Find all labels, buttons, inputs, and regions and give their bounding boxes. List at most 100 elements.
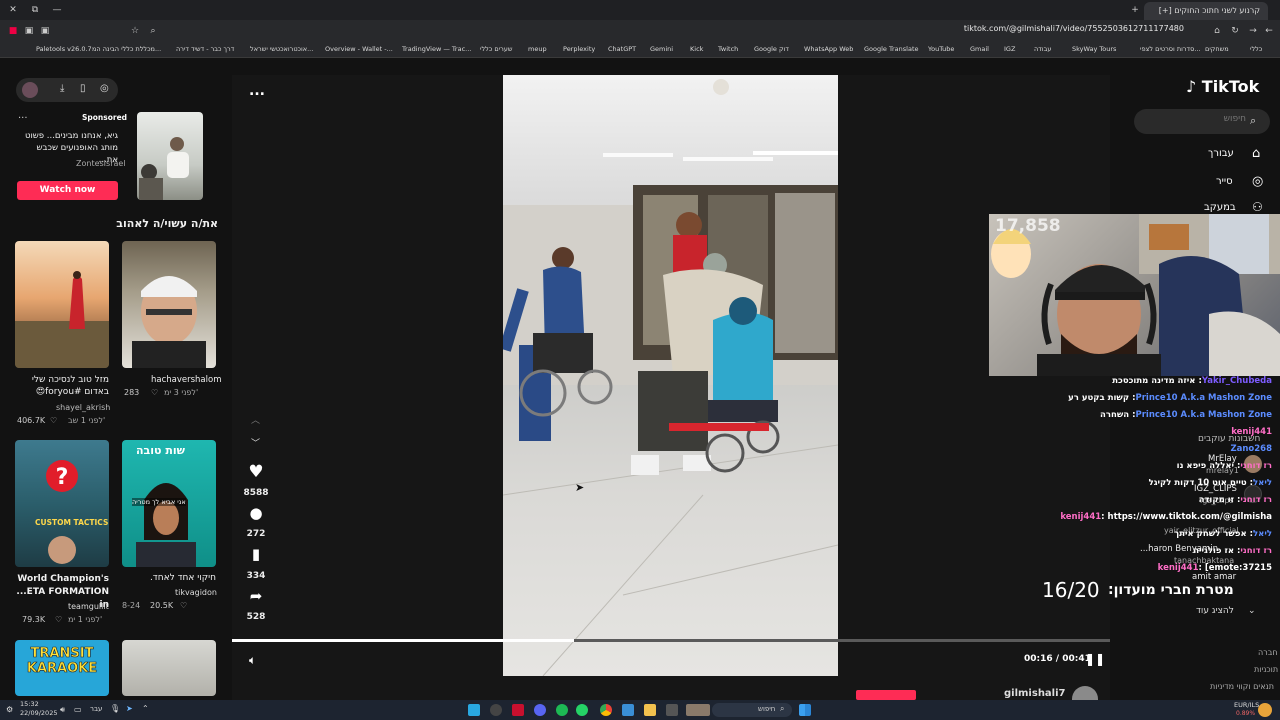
tiktok-logo[interactable]: ♪ TikTok: [1186, 77, 1259, 96]
video-author[interactable]: tikvagidon: [175, 588, 217, 597]
chevron-up-icon[interactable]: ⌃: [142, 704, 149, 713]
ticker-symbol[interactable]: EUR/ILS: [1234, 701, 1259, 709]
close-window-icon[interactable]: ✕: [8, 5, 18, 15]
more-icon[interactable]: ...: [18, 110, 28, 121]
network-icon[interactable]: ▭: [74, 705, 82, 714]
see-more-button[interactable]: להציג עוד ⌄: [1196, 606, 1260, 620]
clock[interactable]: 15:32 22/09/2025: [20, 700, 57, 718]
nav-for-you[interactable]: עבורך ⌂: [1190, 146, 1270, 164]
bookmark[interactable]: YouTube: [928, 45, 954, 53]
reload-icon[interactable]: ↻: [1230, 26, 1240, 36]
bookmark[interactable]: ChatGPT: [608, 45, 636, 53]
nav-following[interactable]: במעקב ⚇: [1190, 200, 1270, 214]
windows-start-icon[interactable]: [799, 704, 811, 716]
bookmark[interactable]: Paletools v26.0.7: [36, 45, 92, 53]
bookmark[interactable]: אוכטרואכטשי ישראל...: [250, 45, 313, 53]
chevron-down-icon[interactable]: ﹀: [251, 436, 260, 449]
bookmark[interactable]: שערים כללי: [480, 45, 512, 53]
video-thumbnail[interactable]: שות טובה אני אביא לך מטריה: [122, 440, 216, 567]
volume-icon[interactable]: 🔊︎: [60, 705, 65, 715]
video-thumbnail[interactable]: [122, 241, 216, 368]
bookmark[interactable]: עבודה: [1034, 45, 1051, 53]
follow-button[interactable]: [856, 690, 916, 700]
progress-track[interactable]: [232, 639, 1110, 642]
bookmark[interactable]: WhatsApp Web: [804, 45, 853, 53]
taskbar-search[interactable]: חיפוש ⌕: [712, 703, 792, 717]
video-author[interactable]: shayel_akrish: [56, 403, 110, 412]
bookmark[interactable]: דרך כבר - דשיד דירה: [176, 45, 234, 53]
footer-link[interactable]: תוכניות: [1254, 665, 1278, 674]
restore-window-icon[interactable]: ⧉: [30, 5, 40, 15]
widget-icon[interactable]: [686, 704, 710, 716]
app-icon[interactable]: [512, 704, 524, 716]
bookmark-icon[interactable]: ▮: [244, 545, 268, 563]
weather-icon[interactable]: [1258, 703, 1272, 717]
bookmark[interactable]: Google Translate: [864, 45, 919, 53]
watch-now-button[interactable]: Watch now: [17, 181, 118, 200]
spotify-icon[interactable]: [556, 704, 568, 716]
bookmark[interactable]: TradingView — Trac...: [402, 45, 471, 53]
new-tab-icon[interactable]: +: [1130, 5, 1140, 15]
app-icon[interactable]: [666, 704, 678, 716]
video-title[interactable]: מזל טוב לנסיכה שלי באדום #foryou😍: [15, 374, 109, 398]
bookmark[interactable]: Overview - Wallet -...: [325, 45, 393, 53]
video-frame[interactable]: ➤: [503, 75, 838, 676]
search-box[interactable]: ⌕: [1134, 109, 1270, 134]
bookmark[interactable]: Google דוק: [754, 45, 789, 53]
volume-icon[interactable]: 🔈︎: [249, 653, 256, 668]
app-icon[interactable]: [468, 704, 480, 716]
home-icon[interactable]: ⌂: [1212, 26, 1222, 36]
bookmark[interactable]: meup: [528, 45, 547, 53]
chrome-icon[interactable]: [600, 704, 612, 716]
language-indicator[interactable]: עבר: [90, 705, 102, 713]
chevron-up-icon[interactable]: ︿: [251, 413, 260, 426]
back-icon[interactable]: ←: [1264, 26, 1274, 36]
bookmark[interactable]: IGZ: [1004, 45, 1015, 53]
share-icon[interactable]: ➦: [244, 587, 268, 605]
whatsapp-icon[interactable]: [576, 704, 588, 716]
folder-icon[interactable]: [644, 704, 656, 716]
video-thumbnail[interactable]: [15, 241, 109, 368]
video-author[interactable]: teamgullit: [68, 602, 109, 611]
bookmark[interactable]: Kick: [690, 45, 703, 53]
compass-icon[interactable]: ◎: [100, 83, 109, 94]
bookmark[interactable]: כללי: [1250, 45, 1262, 53]
search-input[interactable]: [1146, 114, 1246, 124]
footer-link[interactable]: תנאים וקווי מדיניות: [1210, 682, 1274, 691]
bookmark[interactable]: Gmail: [970, 45, 989, 53]
footer-link[interactable]: חברה: [1258, 648, 1278, 657]
bookmark[interactable]: משחקים: [1205, 45, 1229, 53]
bookmark[interactable]: סדרות וסרטים לצפי...: [1140, 45, 1201, 53]
download-icon[interactable]: ⤓: [60, 83, 64, 94]
sponsored-thumbnail[interactable]: [137, 112, 203, 200]
bookmark-star-icon[interactable]: ☆: [130, 26, 140, 36]
telegram-icon[interactable]: ➤: [126, 704, 133, 713]
video-thumbnail[interactable]: [122, 640, 216, 696]
bookmark[interactable]: מכללת כללי הבינה המ...: [92, 45, 161, 53]
zoom-icon[interactable]: ⌕: [148, 26, 158, 36]
minimize-window-icon[interactable]: —: [52, 5, 62, 15]
bookmark[interactable]: Perplexity: [563, 45, 595, 53]
phone-icon[interactable]: ▯: [80, 83, 86, 94]
bookmark[interactable]: Gemini: [650, 45, 673, 53]
avatar[interactable]: [22, 82, 38, 98]
mic-icon[interactable]: 🎙︎: [110, 704, 120, 713]
app-icon[interactable]: [490, 704, 502, 716]
comment-icon[interactable]: ●: [244, 504, 268, 522]
notification-icon[interactable]: ⚙: [6, 705, 13, 714]
more-options-button[interactable]: ...: [249, 83, 265, 99]
forward-icon[interactable]: →: [1248, 26, 1258, 36]
extension-icon[interactable]: ▣: [40, 26, 50, 36]
search-icon[interactable]: ⌕: [1250, 114, 1256, 128]
app-icon[interactable]: [622, 704, 634, 716]
video-thumbnail[interactable]: TRANSIT KARAOKE: [15, 640, 109, 696]
url-field[interactable]: tiktok.com/@gilmishali7/video/7552503612…: [964, 24, 1184, 33]
video-author[interactable]: gilmishali7: [1004, 688, 1066, 699]
video-title[interactable]: חיקוי אחד לאחד.: [122, 573, 216, 583]
nav-explore[interactable]: סייר ◎: [1190, 174, 1270, 192]
extension-icon[interactable]: ▣: [24, 26, 34, 36]
extension-icon[interactable]: ■: [8, 26, 18, 36]
pause-icon[interactable]: ❚❚: [1085, 652, 1105, 666]
bookmark[interactable]: Twitch: [718, 45, 738, 53]
sponsored-advertiser[interactable]: ZontesIsrael: [76, 159, 126, 168]
